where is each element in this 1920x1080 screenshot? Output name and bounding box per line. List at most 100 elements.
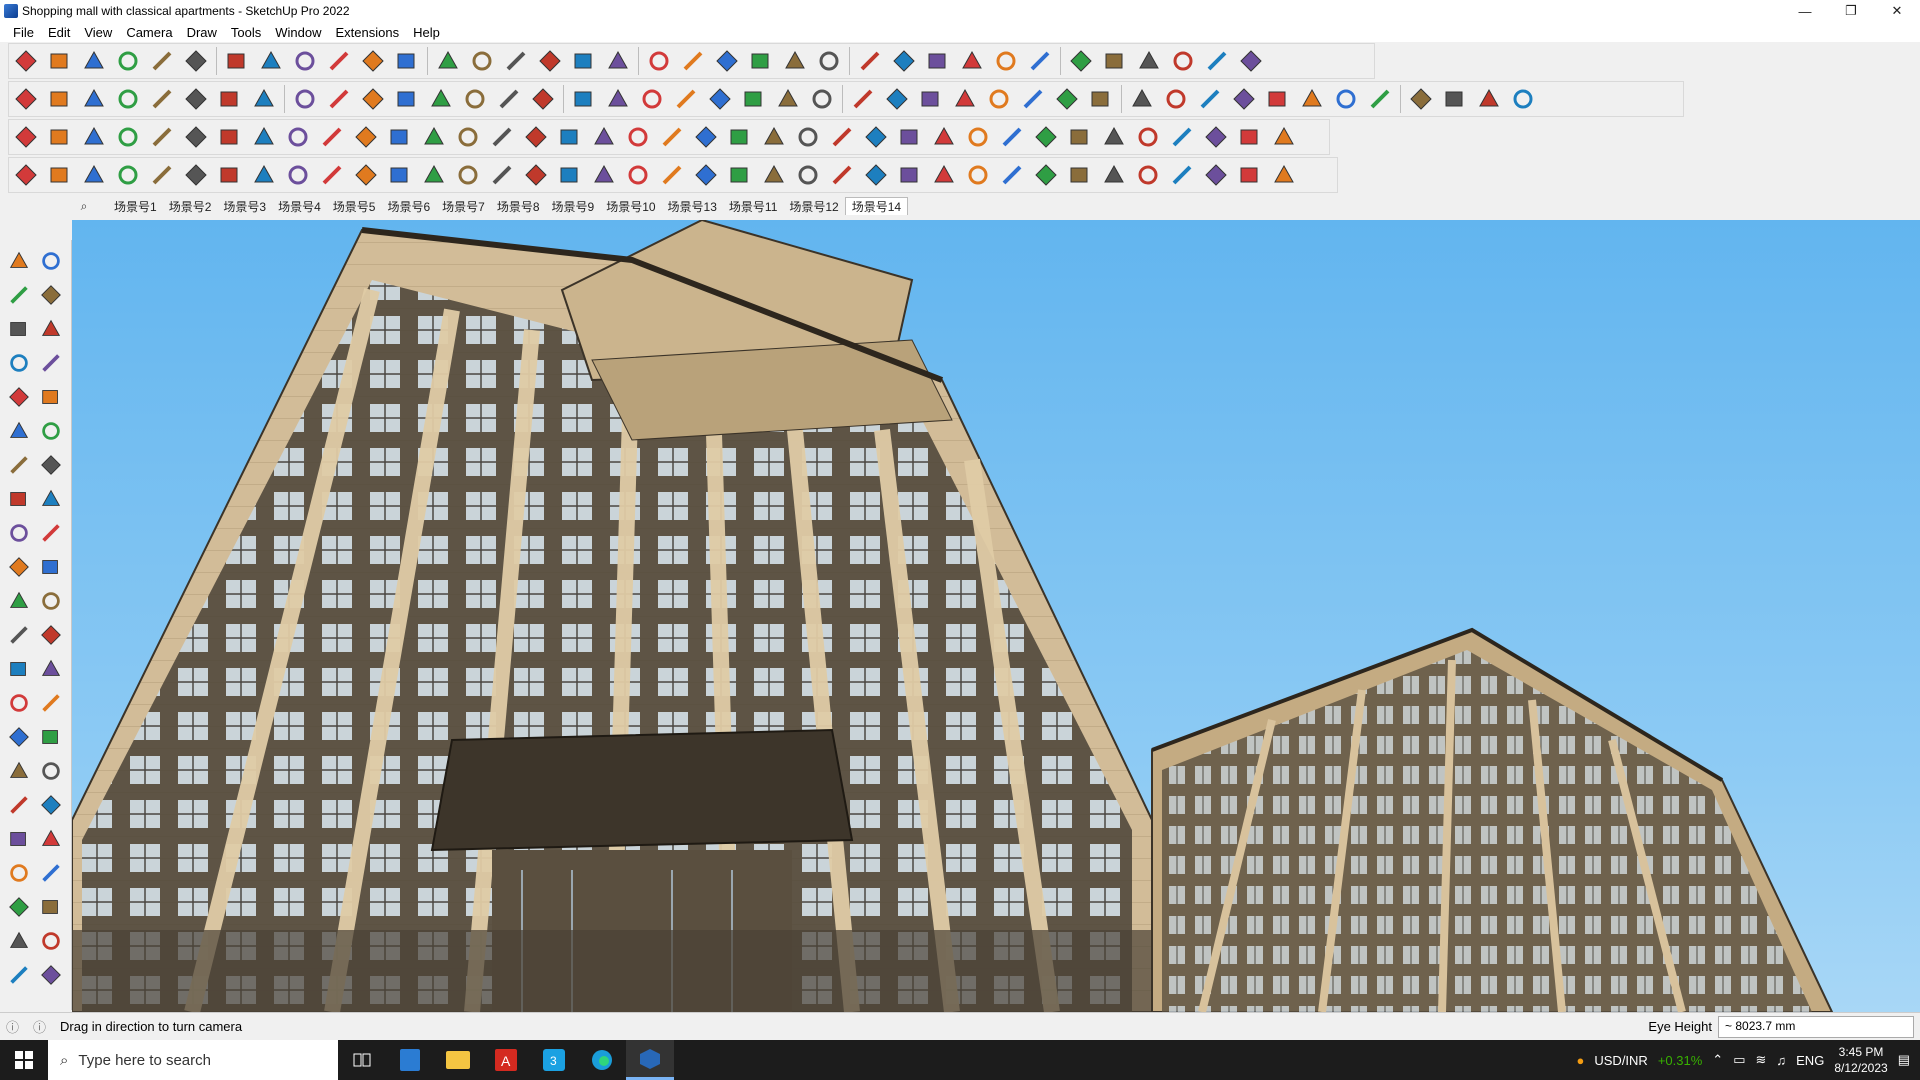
toolbar-tool-icon[interactable] <box>485 120 519 154</box>
toolbar-tool-icon[interactable] <box>621 120 655 154</box>
toolbar-tool-icon[interactable] <box>390 44 424 78</box>
language-indicator[interactable]: ENG <box>1796 1053 1824 1068</box>
toolbar-tool-icon[interactable] <box>1233 158 1267 192</box>
toolbar-tool-icon[interactable] <box>1029 158 1063 192</box>
scene-tab[interactable]: 场景号9 <box>546 198 601 215</box>
tool-palette-icon[interactable] <box>36 382 66 412</box>
toolbar-tool-icon[interactable] <box>1165 120 1199 154</box>
wifi-icon[interactable]: ≋ <box>1755 1052 1766 1068</box>
geo-location-icon[interactable]: ⓘ <box>6 1017 19 1036</box>
menu-edit[interactable]: Edit <box>41 25 77 40</box>
scene-tab[interactable]: 场景号4 <box>272 198 327 215</box>
toolbar-tool-icon[interactable] <box>1506 82 1540 116</box>
toolbar-tool-icon[interactable] <box>723 158 757 192</box>
tool-palette-icon[interactable] <box>36 348 66 378</box>
toolbar-tool-icon[interactable] <box>519 158 553 192</box>
tool-palette-icon[interactable] <box>4 484 34 514</box>
toolbar-tool-icon[interactable] <box>43 120 77 154</box>
toolbar-tool-icon[interactable] <box>812 44 846 78</box>
menu-tools[interactable]: Tools <box>224 25 268 40</box>
tool-palette-icon[interactable] <box>4 314 34 344</box>
toolbar-tool-icon[interactable] <box>1098 44 1132 78</box>
tool-palette-icon[interactable] <box>36 620 66 650</box>
toolbar-tool-icon[interactable] <box>1363 82 1397 116</box>
toolbar-tool-icon[interactable] <box>145 120 179 154</box>
toolbar-tool-icon[interactable] <box>43 82 77 116</box>
toolbar-tool-icon[interactable] <box>9 120 43 154</box>
toolbar-tool-icon[interactable] <box>1131 158 1165 192</box>
tool-palette-icon[interactable] <box>4 518 34 548</box>
acrobat-icon[interactable]: A <box>482 1040 530 1080</box>
tool-palette-icon[interactable] <box>4 892 34 922</box>
toolbar-tool-icon[interactable] <box>1329 82 1363 116</box>
tool-palette-icon[interactable] <box>4 756 34 786</box>
toolbar-tool-icon[interactable] <box>111 44 145 78</box>
task-view-icon[interactable] <box>338 1040 386 1080</box>
tool-palette-icon[interactable] <box>4 654 34 684</box>
toolbar-tool-icon[interactable] <box>655 158 689 192</box>
toolbar-tool-icon[interactable] <box>689 120 723 154</box>
toolbar-tool-icon[interactable] <box>288 44 322 78</box>
toolbar-tool-icon[interactable] <box>315 120 349 154</box>
toolbar-tool-icon[interactable] <box>247 120 281 154</box>
toolbar-tool-icon[interactable] <box>689 158 723 192</box>
toolbar-tool-icon[interactable] <box>737 82 771 116</box>
toolbar-tool-icon[interactable] <box>1404 82 1438 116</box>
toolbar-tool-icon[interactable] <box>655 120 689 154</box>
toolbar-tool-icon[interactable] <box>1159 82 1193 116</box>
toolbar-tool-icon[interactable] <box>356 44 390 78</box>
tool-palette-icon[interactable] <box>36 416 66 446</box>
toolbar-tool-icon[interactable] <box>390 82 424 116</box>
toolbar-tool-icon[interactable] <box>1193 82 1227 116</box>
scene-tab[interactable]: 场景号11 <box>723 198 783 215</box>
toolbar-tool-icon[interactable] <box>179 82 213 116</box>
toolbar-tool-icon[interactable] <box>1438 82 1472 116</box>
toolbar-tool-icon[interactable] <box>1125 82 1159 116</box>
scene-tab[interactable]: 场景号7 <box>436 198 491 215</box>
toolbar-tool-icon[interactable] <box>111 82 145 116</box>
scene-tab[interactable]: 场景号10 <box>600 198 661 215</box>
toolbar-tool-icon[interactable] <box>601 82 635 116</box>
toolbar-tool-icon[interactable] <box>526 82 560 116</box>
toolbar-tool-icon[interactable] <box>1023 44 1057 78</box>
toolbar-tool-icon[interactable] <box>995 158 1029 192</box>
tool-palette-icon[interactable] <box>36 756 66 786</box>
toolbar-tool-icon[interactable] <box>1064 44 1098 78</box>
toolbar-tool-icon[interactable] <box>921 44 955 78</box>
scene-tab[interactable]: 场景号12 <box>783 198 844 215</box>
toolbar-tool-icon[interactable] <box>825 120 859 154</box>
toolbar-tool-icon[interactable] <box>887 44 921 78</box>
tool-palette-icon[interactable] <box>36 790 66 820</box>
toolbar-tool-icon[interactable] <box>825 158 859 192</box>
toolbar-tool-icon[interactable] <box>1200 44 1234 78</box>
toolbar-tool-icon[interactable] <box>145 44 179 78</box>
toolbar-tool-icon[interactable] <box>349 120 383 154</box>
toolbar-tool-icon[interactable] <box>859 120 893 154</box>
toolbar-tool-icon[interactable] <box>587 158 621 192</box>
toolbar-tool-icon[interactable] <box>533 44 567 78</box>
scene-tab[interactable]: 场景号1 <box>108 198 163 215</box>
menu-file[interactable]: File <box>6 25 41 40</box>
tool-palette-icon[interactable] <box>4 382 34 412</box>
toolbar-tool-icon[interactable] <box>642 44 676 78</box>
menu-view[interactable]: View <box>77 25 119 40</box>
toolbar-tool-icon[interactable] <box>356 82 390 116</box>
toolbar-tool-icon[interactable] <box>9 82 43 116</box>
toolbar-tool-icon[interactable] <box>43 158 77 192</box>
scene-tab[interactable]: 场景号3 <box>217 198 272 215</box>
toolbar-tool-icon[interactable] <box>853 44 887 78</box>
toolbar-tool-icon[interactable] <box>982 82 1016 116</box>
toolbar-tool-icon[interactable] <box>1084 82 1118 116</box>
file-explorer-icon[interactable] <box>434 1040 482 1080</box>
tool-palette-icon[interactable] <box>4 824 34 854</box>
toolbar-tool-icon[interactable] <box>9 158 43 192</box>
toolbar-tool-icon[interactable] <box>744 44 778 78</box>
toolbar-tool-icon[interactable] <box>587 120 621 154</box>
tool-palette-icon[interactable] <box>4 246 34 276</box>
toolbar-tool-icon[interactable] <box>281 120 315 154</box>
toolbar-tool-icon[interactable] <box>247 158 281 192</box>
tool-palette-icon[interactable] <box>36 654 66 684</box>
scene-tab-active[interactable]: 场景号14 <box>844 197 909 215</box>
measurements-box[interactable]: ~ 8023.7 mm <box>1718 1015 1914 1038</box>
toolbar-tool-icon[interactable] <box>778 44 812 78</box>
